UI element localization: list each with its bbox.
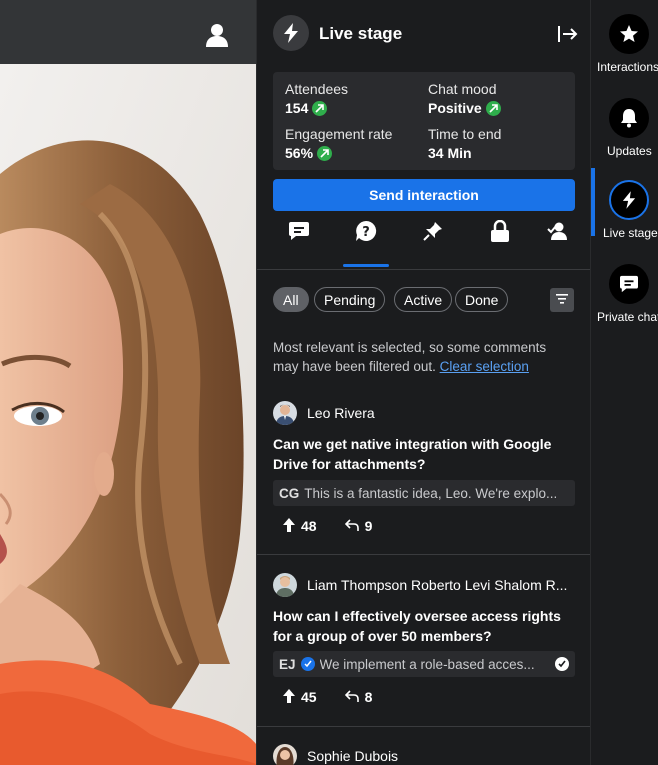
filter-lines-icon xyxy=(556,291,568,309)
stat-value: 34 Min xyxy=(428,145,472,161)
stat-chat-mood: Chat mood Positive xyxy=(428,81,501,116)
question-text: Can we get native integration with Googl… xyxy=(273,436,552,472)
people-icon xyxy=(546,221,568,246)
rail-item-private-chat[interactable]: Private chat xyxy=(591,264,658,344)
question-card[interactable]: Sophie Dubois xyxy=(257,742,590,765)
stat-label: Attendees xyxy=(285,81,349,97)
reply-initials: CG xyxy=(279,485,300,501)
reply-initials: EJ xyxy=(279,656,296,672)
video-area xyxy=(0,0,256,765)
stat-engagement: Engagement rate 56% xyxy=(285,126,392,161)
chat-icon xyxy=(288,221,310,246)
arrow-up-icon xyxy=(283,688,295,706)
panel-tabs: ? xyxy=(273,218,575,268)
panel-title: Live stage xyxy=(319,24,403,43)
rail-label: Interactions xyxy=(597,60,658,74)
avatar xyxy=(273,401,297,425)
reply-arrow-icon xyxy=(344,518,359,534)
divider xyxy=(257,269,590,270)
question-card[interactable]: Leo Rivera Can we get native integration… xyxy=(257,398,590,554)
user-icon[interactable] xyxy=(204,22,230,48)
speaker-video-image xyxy=(0,64,256,765)
filter-active[interactable]: Active xyxy=(394,287,453,312)
question-author: Liam Thompson Roberto Levi Shalom R... xyxy=(307,577,568,593)
reply-button[interactable]: 8 xyxy=(344,689,373,705)
reply-text: We implement a role-based acces... xyxy=(319,656,535,672)
divider xyxy=(257,554,590,555)
divider xyxy=(257,726,590,727)
avatar xyxy=(273,744,297,765)
filter-note: Most relevant is selected, so some comme… xyxy=(273,338,573,376)
upvote-button[interactable]: 48 xyxy=(283,517,317,535)
rail-item-updates[interactable]: Updates xyxy=(591,98,658,178)
bolt-icon xyxy=(609,180,649,220)
svg-text:?: ? xyxy=(362,225,370,240)
bolt-icon xyxy=(273,15,309,51)
upvote-count: 48 xyxy=(301,518,317,534)
stat-label: Time to end xyxy=(428,126,502,142)
question-author: Leo Rivera xyxy=(307,405,375,421)
stat-label: Engagement rate xyxy=(285,126,393,142)
question-actions: 48 9 xyxy=(283,516,400,536)
stat-label: Chat mood xyxy=(428,81,497,97)
filter-chips: All Pending Active Done xyxy=(273,287,575,313)
stat-value: Positive xyxy=(428,100,482,116)
tab-chat[interactable] xyxy=(277,218,321,248)
bell-icon xyxy=(609,98,649,138)
reply-preview[interactable]: EJ We implement a role-based acces... xyxy=(273,651,575,677)
clear-selection-link[interactable]: Clear selection xyxy=(440,359,529,374)
question-text: How can I effectively oversee access rig… xyxy=(273,608,561,644)
exit-panel-icon[interactable] xyxy=(557,24,579,44)
filter-pending[interactable]: Pending xyxy=(314,287,386,312)
right-rail: Interactions Updates Live stage Private … xyxy=(590,0,658,765)
question-icon: ? xyxy=(355,220,377,247)
chat-icon xyxy=(609,264,649,304)
reply-button[interactable]: 9 xyxy=(344,518,373,534)
rail-item-live-stage[interactable]: Live stage xyxy=(591,180,658,260)
rail-label: Private chat xyxy=(597,310,658,324)
tab-pinned[interactable] xyxy=(411,218,455,248)
rail-item-interactions[interactable]: Interactions xyxy=(591,14,658,94)
rail-label: Live stage xyxy=(603,226,658,240)
sort-filter-button[interactable] xyxy=(550,288,574,312)
reply-text: This is a fantastic idea, Leo. We're exp… xyxy=(304,485,558,501)
panel-header: Live stage xyxy=(257,0,590,66)
reply-arrow-icon xyxy=(344,689,359,705)
stat-value: 56% xyxy=(285,145,314,161)
arrow-up-icon xyxy=(283,517,295,535)
reply-preview[interactable]: CG This is a fantastic idea, Leo. We're … xyxy=(273,480,575,506)
verified-check-icon xyxy=(300,657,315,671)
upvote-count: 45 xyxy=(301,689,317,705)
tab-people[interactable] xyxy=(535,218,579,248)
tab-questions[interactable]: ? xyxy=(344,218,388,248)
stat-time-to-end: Time to end 34 Min xyxy=(428,126,501,161)
stat-value: 154 xyxy=(285,100,309,116)
question-card[interactable]: Liam Thompson Roberto Levi Shalom R... H… xyxy=(257,570,590,726)
pin-icon xyxy=(423,221,443,246)
filter-all[interactable]: All xyxy=(273,287,309,312)
reply-count: 8 xyxy=(364,689,373,705)
avatar xyxy=(273,573,297,597)
question-author: Sophie Dubois xyxy=(307,748,399,764)
tab-locked[interactable] xyxy=(478,218,522,248)
trend-up-icon xyxy=(317,145,333,161)
video-top-bar xyxy=(0,0,256,64)
active-tab-indicator xyxy=(343,264,389,267)
stats-box: Attendees 154 Chat mood Positive Engagem… xyxy=(273,72,575,170)
rail-label: Updates xyxy=(607,144,652,158)
reply-count: 9 xyxy=(364,518,373,534)
upvote-button[interactable]: 45 xyxy=(283,688,317,706)
trend-up-icon xyxy=(312,100,328,116)
send-interaction-button[interactable]: Send interaction xyxy=(273,179,575,211)
star-icon xyxy=(609,14,649,54)
live-stage-panel: Live stage Attendees 154 Chat mood Posit… xyxy=(256,0,590,765)
trend-up-icon xyxy=(485,100,501,116)
lock-icon xyxy=(490,219,510,247)
done-check-icon xyxy=(555,657,569,671)
stat-attendees: Attendees 154 xyxy=(285,81,348,116)
filter-done[interactable]: Done xyxy=(455,287,509,312)
question-actions: 45 8 xyxy=(283,687,400,707)
